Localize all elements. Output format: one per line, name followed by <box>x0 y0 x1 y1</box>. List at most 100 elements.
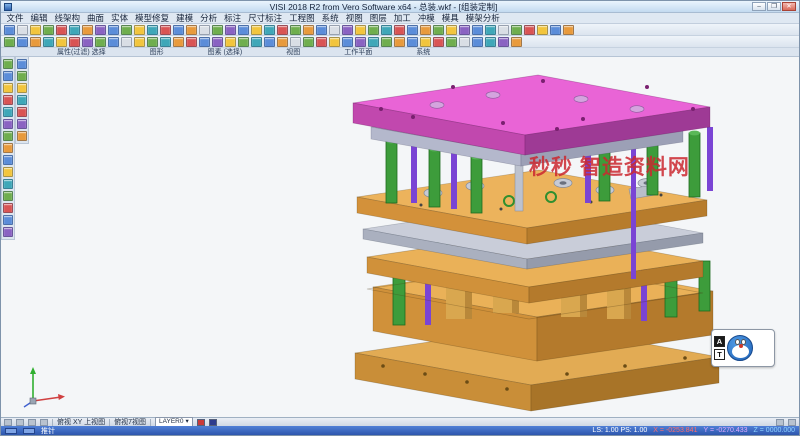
menu-item[interactable]: 工程图 <box>286 13 319 24</box>
menu-item[interactable]: 线架构 <box>51 13 84 24</box>
toolbar-icon[interactable] <box>173 25 184 35</box>
menu-item[interactable]: 实体 <box>108 13 132 24</box>
toolbar-icon[interactable] <box>3 227 13 237</box>
toolbar-icon[interactable] <box>4 25 15 35</box>
toolbar-icon[interactable] <box>485 25 496 35</box>
toolbar-icon[interactable] <box>3 143 13 153</box>
toolbar-icon[interactable] <box>303 37 314 47</box>
menu-item[interactable]: 分析 <box>197 13 221 24</box>
toolbar-icon[interactable] <box>316 25 327 35</box>
toolbar-icon[interactable] <box>3 119 13 129</box>
toolbar-icon[interactable] <box>225 25 236 35</box>
toolbar-icon[interactable] <box>394 37 405 47</box>
toolbar-icon[interactable] <box>251 25 262 35</box>
toolbar-icon[interactable] <box>160 37 171 47</box>
toolbar-icon[interactable] <box>95 37 106 47</box>
toolbar-icon[interactable] <box>160 25 171 35</box>
toolbar-icon[interactable] <box>342 37 353 47</box>
toolbar-group-label[interactable]: 工作平面 <box>344 47 372 57</box>
toolbar-icon[interactable] <box>238 37 249 47</box>
toolbar-icon[interactable] <box>329 25 340 35</box>
toolbar-icon[interactable] <box>30 25 41 35</box>
toolbar-icon[interactable] <box>17 71 27 81</box>
close-button[interactable]: ✕ <box>782 2 796 11</box>
toolbar-icon[interactable] <box>368 37 379 47</box>
toolbar-group-label[interactable]: 图素 (选择) <box>208 47 243 57</box>
toolbar-icon[interactable] <box>459 25 470 35</box>
info-icon[interactable] <box>788 419 796 426</box>
menu-item[interactable]: 图层 <box>366 13 390 24</box>
toolbar-icon[interactable] <box>186 37 197 47</box>
toolbar-group-label[interactable]: 视图 <box>286 47 300 57</box>
toolbar-icon[interactable] <box>56 37 67 47</box>
toolbar-icon[interactable] <box>108 25 119 35</box>
toolbar-icon[interactable] <box>3 83 13 93</box>
linetype-swatch[interactable] <box>209 419 217 426</box>
model-canvas[interactable] <box>1 57 799 417</box>
toolbar-icon[interactable] <box>563 25 574 35</box>
grid-icon[interactable] <box>16 419 24 426</box>
toolbar-icon[interactable] <box>433 25 444 35</box>
toolbar-icon[interactable] <box>355 37 366 47</box>
toolbar-icon[interactable] <box>3 155 13 165</box>
minimize-button[interactable]: – <box>752 2 766 11</box>
toolbar-group-label[interactable]: 系统 <box>416 47 430 57</box>
toolbar-icon[interactable] <box>17 119 27 129</box>
toolbar-icon[interactable] <box>134 25 145 35</box>
menu-item[interactable]: 模具 <box>438 13 462 24</box>
toolbar-icon[interactable] <box>251 37 262 47</box>
toolbar-group-label[interactable]: 属性(过滤) 选择 <box>57 47 106 57</box>
toolbar-icon[interactable] <box>17 25 28 35</box>
toolbar-icon[interactable] <box>355 25 366 35</box>
toolbar-icon[interactable] <box>342 25 353 35</box>
toolbar-icon[interactable] <box>121 37 132 47</box>
toolbar-icon[interactable] <box>420 25 431 35</box>
toolbar-icon[interactable] <box>3 191 13 201</box>
toolbar-icon[interactable] <box>537 25 548 35</box>
toolbar-icon[interactable] <box>459 37 470 47</box>
toolbar-icon[interactable] <box>3 179 13 189</box>
toolbar-icon[interactable] <box>43 37 54 47</box>
menu-item[interactable]: 模架分析 <box>462 13 503 24</box>
toolbar-icon[interactable] <box>368 25 379 35</box>
menu-item[interactable]: 建模 <box>173 13 197 24</box>
toolbar-icon[interactable] <box>3 59 13 69</box>
toolbar-icon[interactable] <box>290 25 301 35</box>
toolbar-icon[interactable] <box>394 25 405 35</box>
command-prompt[interactable]: 推针 <box>41 426 55 436</box>
snap-icon[interactable] <box>4 419 12 426</box>
toolbar-icon[interactable] <box>3 167 13 177</box>
toolbar-group-label[interactable]: 图形 <box>150 47 164 57</box>
toolbar-icon[interactable] <box>199 37 210 47</box>
toolbar-icon[interactable] <box>550 25 561 35</box>
toolbar-icon[interactable] <box>407 25 418 35</box>
toolbar-icon[interactable] <box>524 25 535 35</box>
toolbar-icon[interactable] <box>82 25 93 35</box>
toolbar-icon[interactable] <box>472 25 483 35</box>
ortho-icon[interactable] <box>28 419 36 426</box>
command-history-icon[interactable] <box>5 428 17 434</box>
toolbar-icon[interactable] <box>329 37 340 47</box>
toolbar-icon[interactable] <box>82 37 93 47</box>
toolbar-icon[interactable] <box>472 37 483 47</box>
toolbar-icon[interactable] <box>199 25 210 35</box>
menu-item[interactable]: 标注 <box>221 13 245 24</box>
toolbar-icon[interactable] <box>147 37 158 47</box>
toolbar-icon[interactable] <box>433 37 444 47</box>
maximize-button[interactable]: ❐ <box>767 2 781 11</box>
toolbar-icon[interactable] <box>3 95 13 105</box>
toolbar-icon[interactable] <box>225 37 236 47</box>
toolbar-icon[interactable] <box>498 37 509 47</box>
select-mode-icon[interactable] <box>40 419 48 426</box>
menu-item[interactable]: 模型修复 <box>132 13 173 24</box>
menu-item[interactable]: 曲面 <box>84 13 108 24</box>
toolbar-icon[interactable] <box>381 37 392 47</box>
toolbar-icon[interactable] <box>407 37 418 47</box>
toolbar-icon[interactable] <box>17 59 27 69</box>
menu-item[interactable]: 编辑 <box>27 13 51 24</box>
toolbar-icon[interactable] <box>134 37 145 47</box>
toolbar-icon[interactable] <box>290 37 301 47</box>
toolbar-icon[interactable] <box>108 37 119 47</box>
toolbar-icon[interactable] <box>3 107 13 117</box>
toolbar-icon[interactable] <box>420 37 431 47</box>
